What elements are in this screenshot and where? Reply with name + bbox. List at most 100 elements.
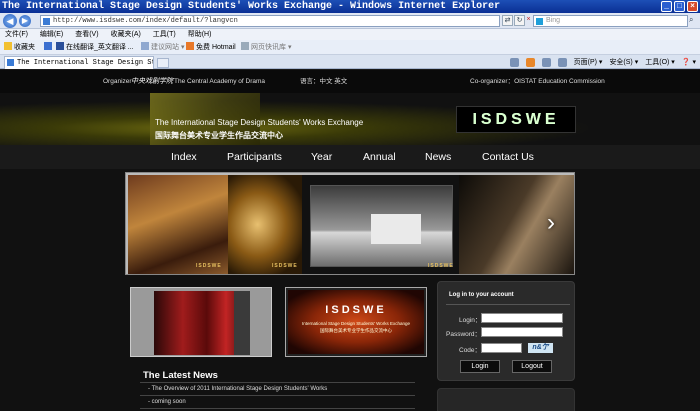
menu-edit[interactable]: 编辑(E) (40, 31, 63, 38)
news-item-text[interactable]: The Overview of 2011 International Stage… (152, 386, 328, 392)
nav-participants[interactable]: Participants (227, 151, 282, 163)
co-organizer: Co-organizer：OISTAT Education Commission (470, 78, 605, 85)
feeds-icon[interactable] (525, 57, 535, 67)
search-placeholder: Bing (546, 17, 561, 24)
password-input[interactable] (481, 327, 563, 337)
divider (140, 408, 415, 409)
search-input[interactable]: Bing (533, 15, 688, 27)
stop-icon[interactable]: × (525, 15, 532, 26)
search-icon[interactable]: ⌕ (689, 15, 699, 27)
nav-contact-us[interactable]: Contact Us (482, 151, 534, 163)
organizer-label: Organizer (103, 78, 132, 85)
tab-page-icon (7, 59, 14, 66)
fav-item-translate[interactable]: 在线翻译_英文翻译 ... (44, 40, 134, 55)
print-icon[interactable] (557, 57, 567, 67)
site-logo[interactable]: ISDSWE (456, 106, 576, 133)
tab-current[interactable]: The International Stage Design Stud... (4, 56, 154, 69)
menu-view[interactable]: 查看(V) (75, 31, 98, 38)
tools-menu[interactable]: 工具(O) ▾ (645, 57, 675, 67)
thumb-photo (234, 291, 250, 355)
page-menu[interactable]: 页面(P) ▾ (574, 57, 603, 67)
fav-item-label: 网页快讯库 ▾ (251, 44, 292, 51)
minimize-button[interactable]: _ (661, 1, 672, 12)
main-nav: Index Participants Year Annual News Cont… (0, 145, 700, 169)
forward-icon[interactable]: ▶ (19, 15, 31, 27)
new-tab-button[interactable] (157, 58, 169, 68)
menu-file[interactable]: 文件(F) (5, 31, 28, 38)
featured-thumb[interactable] (130, 287, 272, 357)
nav-annual[interactable]: Annual (363, 151, 396, 163)
news-item[interactable]: - coming soon (148, 399, 186, 405)
gallery-badge: ISDSWE (428, 263, 454, 269)
site-banner: The International Stage Design Students'… (0, 93, 700, 145)
webslice-icon (241, 42, 249, 50)
login-label: Login： (459, 317, 482, 324)
news-item[interactable]: - The Overview of 2011 International Sta… (148, 386, 327, 392)
gallery-badge: ISDSWE (196, 263, 222, 269)
image-gallery: ISDSWE ISDSWE ISDSWE › (125, 172, 575, 275)
banner-title-en: The International Stage Design Students'… (155, 118, 364, 127)
featured-thumb[interactable]: ISDSWE International Stage Design Studen… (285, 287, 427, 357)
divider (140, 395, 415, 396)
web-page: Organizer 中央戏剧学院 The Central Academy of … (0, 70, 700, 411)
maximize-button[interactable]: □ (674, 1, 685, 12)
login-input[interactable] (481, 313, 563, 323)
code-label: Code： (459, 347, 482, 354)
command-bar: 页面(P) ▾ 安全(S) ▾ 工具(O) ▾ ❓ ▾ (509, 55, 696, 69)
chevron-right-icon[interactable]: › (541, 208, 561, 238)
menu-help[interactable]: 帮助(H) (188, 31, 212, 38)
favorites-bar: 收藏夹 在线翻译_英文翻译 ... 建议网站 ▾ 免费 Hotmail 网页快讯… (0, 40, 700, 55)
password-label: Password： (446, 331, 482, 338)
gallery-image[interactable]: ISDSWE (128, 175, 228, 274)
fav-item-hotmail[interactable]: 免费 Hotmail (186, 40, 236, 55)
compat-view-icon[interactable]: ⇄ (502, 15, 513, 26)
news-heading: The Latest News (143, 370, 218, 381)
fav-item-suggested[interactable]: 建议网站 ▾ (141, 40, 184, 55)
menu-tools[interactable]: 工具(T) (153, 31, 176, 38)
address-input[interactable]: http://www.isdswe.com/index/default/?lan… (40, 15, 500, 27)
home-icon[interactable] (509, 57, 519, 67)
stage-set (371, 214, 421, 244)
news-item-text[interactable]: coming soon (152, 399, 186, 405)
organizer-calligraphy-logo: 中央戏剧学院 (131, 77, 173, 85)
address-toolbar: ◀ ▶ http://www.isdswe.com/index/default/… (0, 13, 700, 29)
stage-model (310, 185, 453, 267)
code-input[interactable] (481, 343, 522, 353)
safety-menu[interactable]: 安全(S) ▾ (609, 57, 638, 67)
thumb-logo: ISDSWE (325, 304, 387, 316)
nav-year[interactable]: Year (311, 151, 332, 163)
thumb-photo: ISDSWE International Stage Design Studen… (288, 290, 424, 354)
fav-item-label: 在线翻译_英文翻译 ... (65, 44, 134, 51)
back-icon[interactable]: ◀ (3, 14, 17, 28)
fav-item-label: 免费 Hotmail (196, 44, 236, 51)
page-icon (43, 18, 50, 25)
favorites-button[interactable]: 收藏夹 (4, 40, 35, 55)
refresh-icon[interactable]: ↻ (514, 15, 525, 26)
menu-favorites[interactable]: 收藏夹(A) (111, 31, 141, 38)
window-titlebar: The International Stage Design Students'… (0, 0, 700, 13)
help-menu[interactable]: ❓ ▾ (682, 58, 696, 66)
close-button[interactable]: × (687, 1, 698, 12)
tab-title: The International Stage Design Stud... (17, 59, 153, 67)
add-favorite-icon (44, 42, 52, 50)
language-switch[interactable]: 语言：中文 英文 (300, 70, 347, 93)
fav-item-label: 建议网站 ▾ (151, 44, 185, 51)
captcha-image[interactable]: n&亇 (528, 343, 553, 353)
header-strip: Organizer 中央戏剧学院 The Central Academy of … (0, 70, 700, 93)
address-text: http://www.isdswe.com/index/default/?lan… (53, 17, 238, 25)
nav-index[interactable]: Index (171, 151, 197, 163)
window-title: The International Stage Design Students'… (2, 1, 501, 12)
fav-item-webslice[interactable]: 网页快讯库 ▾ (241, 40, 291, 55)
mail-icon[interactable] (541, 57, 551, 67)
nav-news[interactable]: News (425, 151, 451, 163)
tab-bar: The International Stage Design Stud... 页… (0, 55, 700, 69)
thumb-subtitle: 国际舞台美术专业学生作品交流中心 (320, 328, 392, 333)
organizer-name: The Central Academy of Drama (174, 78, 266, 85)
login-button[interactable]: Login (460, 360, 500, 373)
favorites-label: 收藏夹 (14, 44, 35, 51)
logout-button[interactable]: Logout (512, 360, 552, 373)
side-panel (437, 388, 575, 411)
gallery-image[interactable]: ISDSWE (228, 175, 302, 274)
gallery-image[interactable]: ISDSWE (302, 175, 459, 274)
gallery-badge: ISDSWE (272, 263, 298, 269)
